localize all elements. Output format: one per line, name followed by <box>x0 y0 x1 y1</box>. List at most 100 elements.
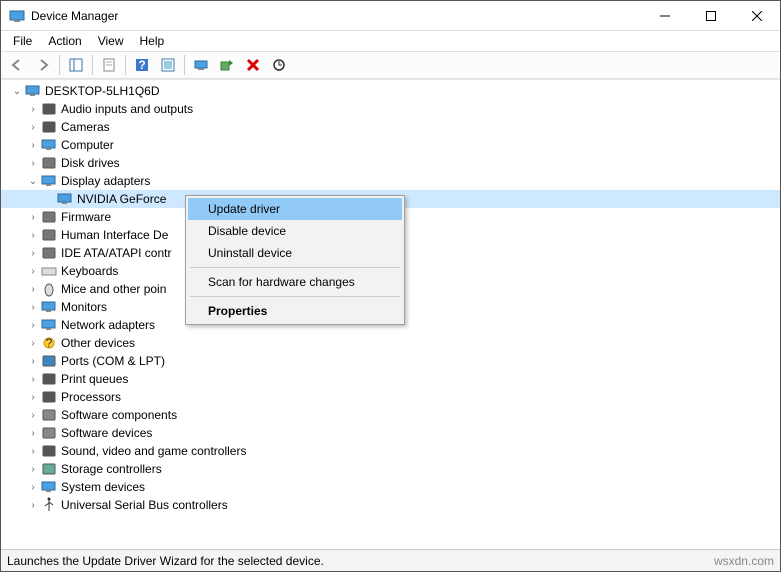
context-menu: Update driverDisable deviceUninstall dev… <box>185 195 405 325</box>
other-icon: ? <box>41 335 57 351</box>
expand-icon[interactable]: › <box>25 212 41 223</box>
tree-category[interactable]: › Processors <box>1 388 780 406</box>
maximize-button[interactable] <box>688 1 734 31</box>
update-driver-button[interactable] <box>189 53 213 77</box>
category-label: Audio inputs and outputs <box>61 102 193 116</box>
status-text: Launches the Update Driver Wizard for th… <box>7 554 324 568</box>
category-label: Print queues <box>61 372 128 386</box>
context-menu-item[interactable]: Properties <box>188 300 402 322</box>
menu-action[interactable]: Action <box>40 32 89 50</box>
softcomp-icon <box>41 407 57 423</box>
toolbar: ? <box>1 51 780 79</box>
expand-icon[interactable]: › <box>25 122 41 133</box>
computer-icon <box>41 137 57 153</box>
tree-category[interactable]: › Sound, video and game controllers <box>1 442 780 460</box>
context-menu-item[interactable]: Disable device <box>188 220 402 242</box>
category-label: Computer <box>61 138 114 152</box>
expand-icon[interactable]: › <box>25 284 41 295</box>
expand-icon[interactable]: › <box>25 230 41 241</box>
expand-icon[interactable]: › <box>25 266 41 277</box>
firmware-icon <box>41 209 57 225</box>
ide-icon <box>41 245 57 261</box>
category-label: Human Interface De <box>61 228 168 242</box>
tree-category[interactable]: › Disk drives <box>1 154 780 172</box>
expand-icon[interactable]: ⌄ <box>25 176 41 187</box>
properties-button[interactable] <box>97 53 121 77</box>
tree-category[interactable]: › Cameras <box>1 118 780 136</box>
category-label: Network adapters <box>61 318 155 332</box>
category-label: Display adapters <box>61 174 150 188</box>
expand-icon[interactable]: › <box>25 392 41 403</box>
tree-category[interactable]: › Storage controllers <box>1 460 780 478</box>
menu-help[interactable]: Help <box>132 32 173 50</box>
expand-icon[interactable]: › <box>25 500 41 511</box>
usb-icon <box>41 497 57 513</box>
close-button[interactable] <box>734 1 780 31</box>
tree-root-label: DESKTOP-5LH1Q6D <box>45 84 160 98</box>
context-menu-item[interactable]: Scan for hardware changes <box>188 271 402 293</box>
tree-category[interactable]: › Universal Serial Bus controllers <box>1 496 780 514</box>
disk-icon <box>41 155 57 171</box>
context-menu-item[interactable]: Update driver <box>188 198 402 220</box>
minimize-button[interactable] <box>642 1 688 31</box>
category-label: Processors <box>61 390 121 404</box>
tree-category[interactable]: ⌄ Display adapters <box>1 172 780 190</box>
category-label: Sound, video and game controllers <box>61 444 246 458</box>
expand-icon[interactable]: › <box>25 374 41 385</box>
expand-icon[interactable]: › <box>25 428 41 439</box>
expand-icon[interactable]: › <box>25 464 41 475</box>
tree-category[interactable]: › Ports (COM & LPT) <box>1 352 780 370</box>
tree-category[interactable]: › ? Other devices <box>1 334 780 352</box>
collapse-icon[interactable]: ⌄ <box>9 86 25 97</box>
expand-icon[interactable]: › <box>25 410 41 421</box>
app-icon <box>9 8 25 24</box>
expand-icon[interactable]: › <box>25 338 41 349</box>
menu-view[interactable]: View <box>90 32 132 50</box>
category-label: Disk drives <box>61 156 120 170</box>
tree-category[interactable]: › Audio inputs and outputs <box>1 100 780 118</box>
tree-category[interactable]: › Software devices <box>1 424 780 442</box>
category-label: Universal Serial Bus controllers <box>61 498 228 512</box>
mouse-icon <box>41 281 57 297</box>
audio-icon <box>41 101 57 117</box>
tree-category[interactable]: › Computer <box>1 136 780 154</box>
expand-icon[interactable]: › <box>25 302 41 313</box>
category-label: IDE ATA/ATAPI contr <box>61 246 171 260</box>
menu-file[interactable]: File <box>5 32 40 50</box>
expand-icon[interactable]: › <box>25 446 41 457</box>
keyboard-icon <box>41 263 57 279</box>
enable-device-button[interactable] <box>215 53 239 77</box>
menu-separator <box>190 296 400 297</box>
tree-category[interactable]: › Print queues <box>1 370 780 388</box>
show-hide-tree-button[interactable] <box>64 53 88 77</box>
expand-icon[interactable]: › <box>25 158 41 169</box>
uninstall-button[interactable] <box>241 53 265 77</box>
expand-icon[interactable]: › <box>25 482 41 493</box>
refresh-button[interactable] <box>156 53 180 77</box>
category-label: Software components <box>61 408 177 422</box>
expand-icon[interactable]: › <box>25 320 41 331</box>
expand-icon[interactable]: › <box>25 356 41 367</box>
menu-separator <box>190 267 400 268</box>
forward-button[interactable] <box>31 53 55 77</box>
tree-category[interactable]: › System devices <box>1 478 780 496</box>
tree-category[interactable]: › Software components <box>1 406 780 424</box>
category-label: Cameras <box>61 120 110 134</box>
context-menu-item[interactable]: Uninstall device <box>188 242 402 264</box>
expand-icon[interactable]: › <box>25 104 41 115</box>
tree-root[interactable]: ⌄ DESKTOP-5LH1Q6D <box>1 82 780 100</box>
menu-bar: File Action View Help <box>1 31 780 51</box>
port-icon <box>41 353 57 369</box>
expand-icon[interactable]: › <box>25 248 41 259</box>
help-button[interactable]: ? <box>130 53 154 77</box>
category-label: Monitors <box>61 300 107 314</box>
computer-icon <box>25 83 41 99</box>
expand-icon[interactable]: › <box>25 140 41 151</box>
scan-hardware-button[interactable] <box>267 53 291 77</box>
category-label: Mice and other poin <box>61 282 166 296</box>
back-button[interactable] <box>5 53 29 77</box>
svg-text:?: ? <box>46 336 53 350</box>
title-bar: Device Manager <box>1 1 780 31</box>
network-icon <box>41 317 57 333</box>
category-label: Firmware <box>61 210 111 224</box>
